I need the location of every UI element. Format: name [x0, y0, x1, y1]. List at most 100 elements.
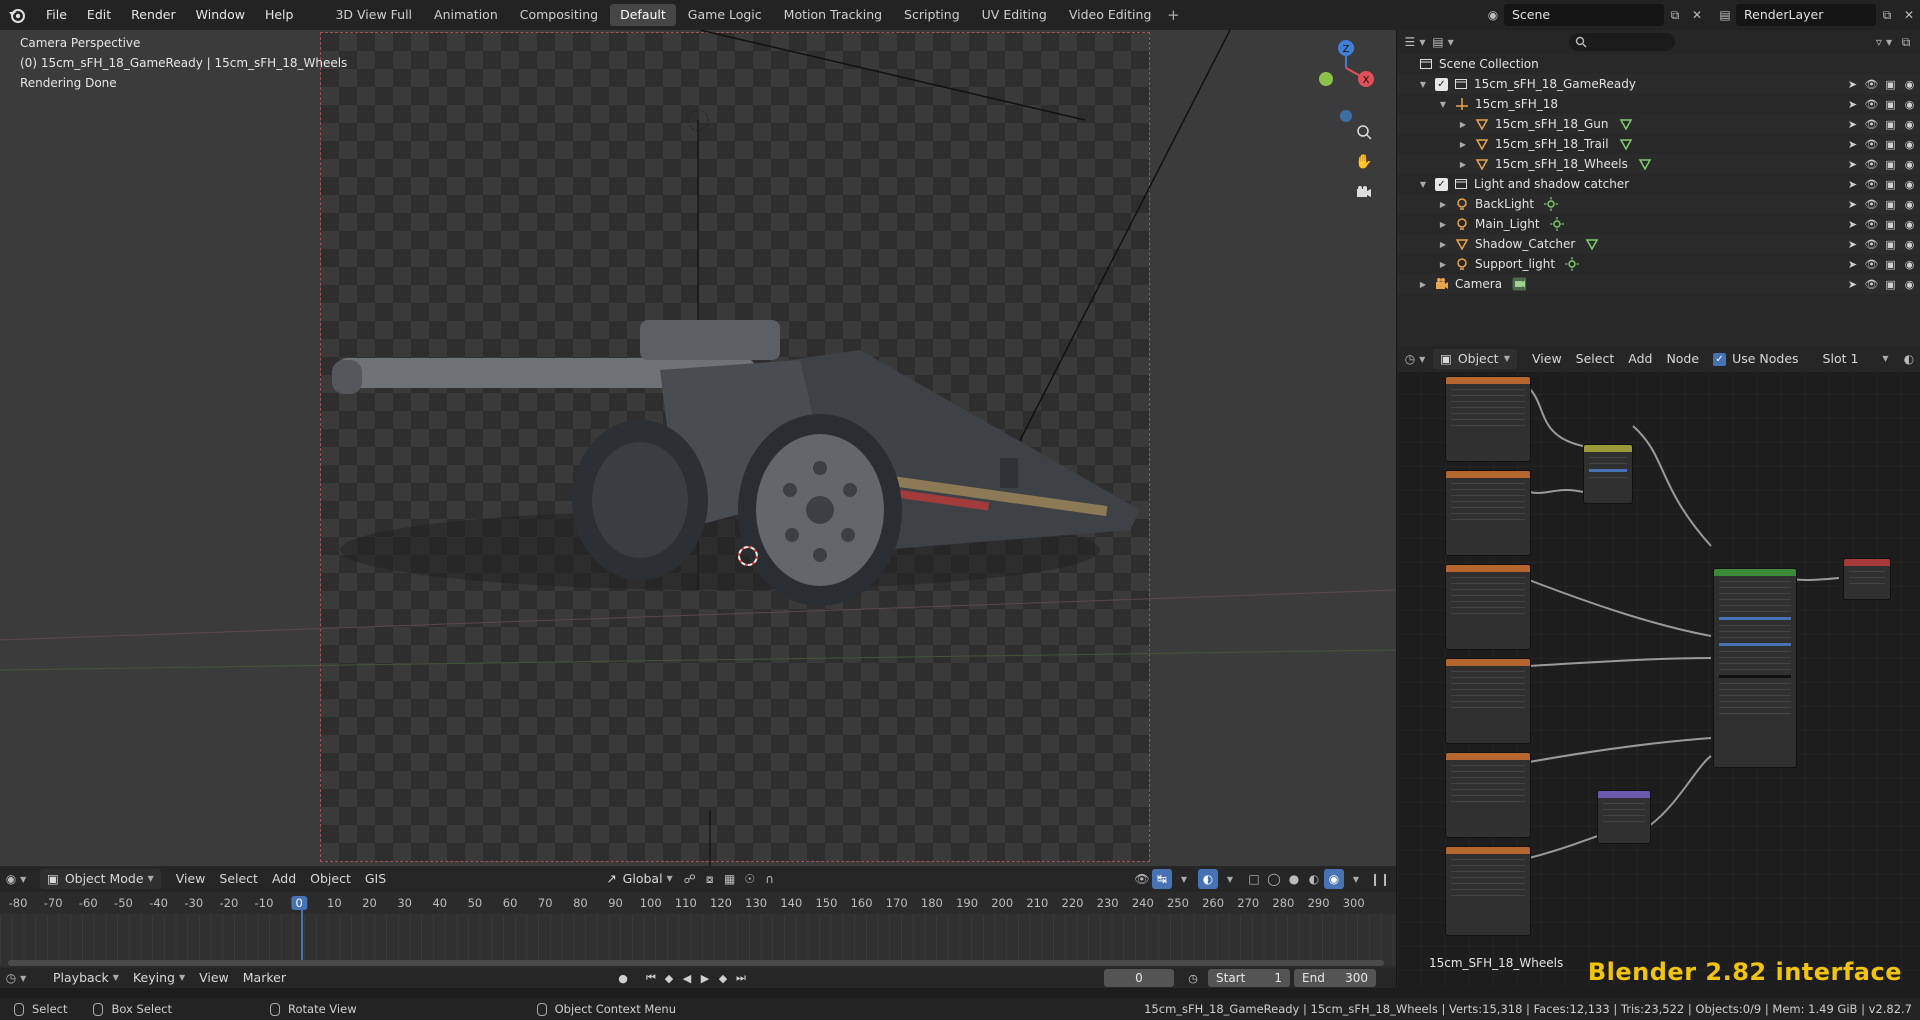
navigation-gizmo[interactable]: Z X [1310, 36, 1380, 136]
monitor-icon[interactable]: ▣ [1881, 78, 1900, 91]
eye-icon[interactable]: 👁 [1862, 218, 1881, 231]
select-arrow-icon[interactable]: ➤ [1843, 278, 1862, 291]
timeline-keyframe-area[interactable] [0, 914, 1396, 966]
tab-motion-tracking[interactable]: Motion Tracking [774, 4, 892, 26]
jump-start-icon[interactable]: ⏮ [642, 969, 660, 987]
tab-default[interactable]: Default [610, 4, 676, 26]
render-camera-icon[interactable]: ◉ [1900, 198, 1919, 211]
rendered-shading-icon[interactable]: ◉ [1324, 869, 1344, 889]
expand-open-icon[interactable]: ▼ [1437, 100, 1449, 109]
image-texture-node[interactable] [1445, 470, 1531, 556]
tab-game-logic[interactable]: Game Logic [678, 4, 772, 26]
select-arrow-icon[interactable]: ➤ [1843, 218, 1862, 231]
viewport-menu-view[interactable]: View [169, 869, 213, 889]
image-texture-node[interactable] [1445, 752, 1531, 838]
tab-3d-view-full[interactable]: 3D View Full [325, 4, 422, 26]
clock-icon[interactable]: ◷ [1184, 969, 1202, 987]
gizmo-dropdown-icon[interactable]: ▼ [1172, 869, 1192, 889]
expand-closed-icon[interactable]: ▶ [1417, 280, 1429, 289]
outliner-row-object-shadow-catcher[interactable]: ▶ Shadow_Catcher ➤ 👁 ▣ ◉ [1397, 234, 1920, 254]
viewport-menu-add[interactable]: Add [265, 869, 303, 889]
eye-icon[interactable]: 👁 [1862, 118, 1881, 131]
tab-uv-editing[interactable]: UV Editing [972, 4, 1057, 26]
render-camera-icon[interactable]: ◉ [1900, 158, 1919, 171]
select-arrow-icon[interactable]: ➤ [1843, 198, 1862, 211]
eye-icon[interactable]: 👁 [1862, 78, 1881, 91]
display-mode-icon[interactable]: ▤ ▼ [1432, 32, 1454, 52]
eye-icon[interactable]: 👁 [1862, 258, 1881, 271]
3d-viewport[interactable]: Camera Perspective (0) 15cm_sFH_18_GameR… [0, 30, 1396, 866]
light-data-icon[interactable] [1565, 257, 1580, 271]
tab-compositing[interactable]: Compositing [510, 4, 608, 26]
tab-video-editing[interactable]: Video Editing [1059, 4, 1162, 26]
select-arrow-icon[interactable]: ➤ [1843, 78, 1862, 91]
mesh-data-icon[interactable] [1619, 137, 1633, 151]
timeline-menu-playback[interactable]: Playback ▼ [46, 968, 126, 988]
transform-orientation-dropdown[interactable]: ↗ Global ▼ [599, 869, 680, 889]
wireframe-shading-icon[interactable]: ◯ [1264, 869, 1284, 889]
outliner-row-object-camera[interactable]: ▶ Camera ➤ 👁 ▣ ◉ [1397, 274, 1920, 294]
render-camera-icon[interactable]: ◉ [1900, 98, 1919, 111]
snap-grid-icon[interactable]: ▦ [720, 869, 740, 889]
playhead[interactable] [301, 906, 303, 966]
expand-closed-icon[interactable]: ▶ [1437, 260, 1449, 269]
monitor-icon[interactable]: ▣ [1881, 198, 1900, 211]
collection-checkbox-icon[interactable]: ✓ [1435, 177, 1448, 191]
outliner-scene-collection[interactable]: Scene Collection [1397, 54, 1920, 74]
shading-dropdown-icon[interactable]: ▼ [1344, 869, 1364, 889]
gizmo-neg-z-axis[interactable] [1340, 110, 1352, 122]
image-texture-node[interactable] [1445, 846, 1531, 936]
menu-help[interactable]: Help [255, 0, 304, 30]
menu-window[interactable]: Window [186, 0, 255, 30]
render-camera-icon[interactable]: ◉ [1900, 238, 1919, 251]
start-frame-field[interactable]: Start 1 [1208, 969, 1290, 987]
select-arrow-icon[interactable]: ➤ [1843, 158, 1862, 171]
prev-keyframe-icon[interactable]: ◆ [660, 969, 678, 987]
expand-open-icon[interactable]: ▼ [1417, 180, 1429, 189]
monitor-icon[interactable]: ▣ [1881, 218, 1900, 231]
scene-icon[interactable]: ◉ [1482, 4, 1504, 26]
monitor-icon[interactable]: ▣ [1881, 138, 1900, 151]
expand-closed-icon[interactable]: ▶ [1437, 240, 1449, 249]
timeline-ruler[interactable]: -80 -70 -60 -50 -40 -30 -20 -10 0 10 20 30 40 50 60 70 8… [0, 892, 1396, 914]
end-frame-field[interactable]: End 300 [1294, 969, 1376, 987]
timeline-scrollbar[interactable] [8, 960, 1384, 966]
expand-closed-icon[interactable]: ▶ [1457, 120, 1469, 129]
outliner-row-collection-gameready[interactable]: ▼ ✓ 15cm_sFH_18_GameReady ➤ 👁 ▣ ◉ [1397, 74, 1920, 94]
eye-icon[interactable]: 👁 [1862, 198, 1881, 211]
camera-view-icon[interactable] [1354, 182, 1374, 202]
expand-closed-icon[interactable]: ▶ [1437, 200, 1449, 209]
light-data-icon[interactable] [1549, 217, 1564, 231]
gizmo-y-axis[interactable] [1319, 72, 1333, 86]
image-texture-node[interactable] [1445, 376, 1531, 462]
falloff-icon[interactable]: ∩ [760, 869, 780, 889]
outliner-search-input[interactable] [1569, 33, 1675, 51]
viewport-menu-select[interactable]: Select [212, 869, 265, 889]
snap-icon[interactable]: ⧇ [700, 869, 720, 889]
gizmo-toggle-icon[interactable]: ↹ [1152, 869, 1172, 889]
select-arrow-icon[interactable]: ➤ [1843, 138, 1862, 151]
render-camera-icon[interactable]: ◉ [1900, 218, 1919, 231]
collection-checkbox-icon[interactable]: ✓ [1435, 77, 1448, 91]
select-arrow-icon[interactable]: ➤ [1843, 178, 1862, 191]
monitor-icon[interactable]: ▣ [1881, 258, 1900, 271]
outliner-row-object-wheels[interactable]: ▶ 15cm_sFH_18_Wheels ➤ 👁 ▣ ◉ [1397, 154, 1920, 174]
outliner-editor-type-icon[interactable]: ☰ ▼ [1405, 32, 1426, 52]
render-camera-icon[interactable]: ◉ [1900, 178, 1919, 191]
editor-type-icon[interactable]: ◉ ▼ [6, 869, 27, 889]
image-texture-node[interactable] [1445, 564, 1531, 650]
pan-hand-icon[interactable]: ✋ [1354, 152, 1374, 172]
tab-animation[interactable]: Animation [424, 4, 508, 26]
monitor-icon[interactable]: ▣ [1881, 158, 1900, 171]
expand-open-icon[interactable]: ▼ [1417, 80, 1429, 89]
zoom-icon[interactable] [1354, 122, 1374, 142]
xray-icon[interactable]: □ [1244, 869, 1264, 889]
render-camera-icon[interactable]: ◉ [1900, 78, 1919, 91]
scene-name-field[interactable]: Scene [1504, 4, 1664, 26]
mesh-data-icon[interactable] [1638, 157, 1652, 171]
normal-map-node[interactable] [1597, 790, 1651, 844]
mix-rgb-node[interactable] [1583, 444, 1633, 504]
outliner-row-object-trail[interactable]: ▶ 15cm_sFH_18_Trail ➤ 👁 ▣ ◉ [1397, 134, 1920, 154]
eye-icon[interactable]: 👁 [1862, 278, 1881, 291]
render-camera-icon[interactable]: ◉ [1900, 258, 1919, 271]
